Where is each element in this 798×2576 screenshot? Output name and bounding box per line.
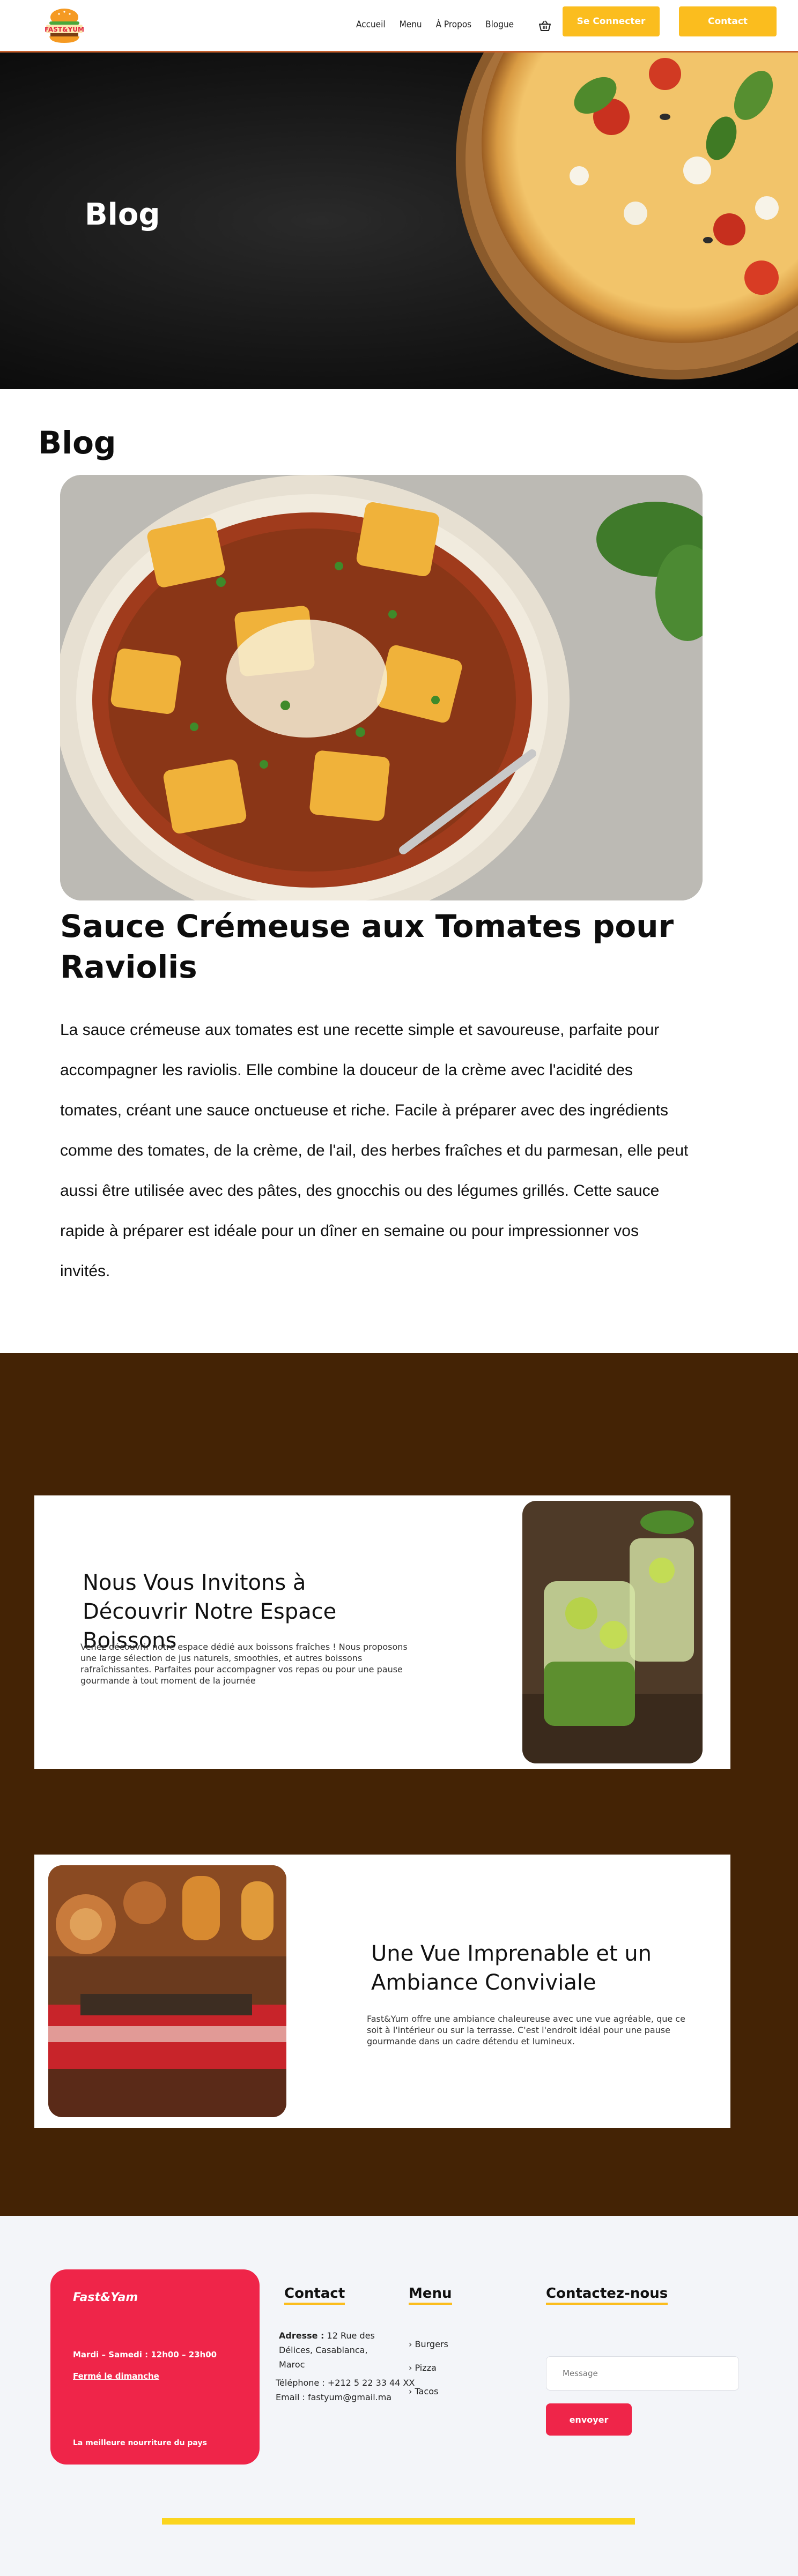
article-body: La sauce crémeuse aux tomates est une re…: [60, 1021, 689, 1280]
contact-button[interactable]: Contact: [679, 6, 777, 36]
fast-yum-logo[interactable]: FAST&YUM: [44, 5, 85, 46]
hero-title: Blog: [85, 197, 160, 232]
main-nav: Accueil Menu À Propos Blogue: [356, 19, 514, 30]
ravioli-dish-image: [60, 475, 703, 900]
drinks-feature-text: Venez découvrir notre espace dédié aux b…: [80, 1642, 408, 1686]
footer-menu-label: Burgers: [415, 2339, 448, 2349]
login-button[interactable]: Se Connecter: [563, 6, 660, 36]
nav-link-a-propos[interactable]: À Propos: [436, 19, 472, 30]
top-navbar: FAST&YUM Accueil Menu À Propos Blogue Se…: [0, 0, 798, 53]
footer-menu-heading: Menu: [409, 2285, 452, 2305]
nav-link-menu[interactable]: Menu: [400, 19, 422, 30]
logo-text: FAST&YUM: [45, 26, 84, 33]
article-title: Sauce Crémeuse aux Tomates pour Raviolis: [60, 908, 674, 985]
footer-menu-item-burgers[interactable]: › Burgers: [409, 2333, 448, 2356]
footer-brand: Fast&Yam: [73, 2291, 138, 2304]
nav-link-blogue[interactable]: Blogue: [485, 19, 514, 30]
message-input[interactable]: [546, 2356, 739, 2391]
footer-divider: [162, 2518, 635, 2525]
ambiance-feature-title: Une Vue Imprenable et un Ambiance Conviv…: [371, 1941, 652, 1995]
opening-hours: Mardi – Samedi : 12h00 – 23h00: [73, 2350, 217, 2359]
blog-heading: Blog: [38, 425, 116, 461]
footer-email: Email : fastyum@gmail.ma: [276, 2392, 392, 2402]
footer-tagline: La meilleure nourriture du pays: [73, 2439, 207, 2447]
footer-contact-heading: Contact: [284, 2285, 345, 2305]
ambiance-feature-card: Une Vue Imprenable et un Ambiance Conviv…: [34, 1855, 730, 2128]
footer-phone-email: Téléphone : +212 5 22 33 44 XX Email : f…: [276, 2376, 415, 2404]
nav-link-accueil[interactable]: Accueil: [356, 19, 386, 30]
closed-day: Fermé le dimanche: [73, 2371, 159, 2381]
footer-menu-list: › Burgers › Pizza › Tacos: [409, 2333, 448, 2403]
drinks-feature-card: Nous Vous Invitons à Découvrir Notre Esp…: [34, 1495, 730, 1769]
cart-basket-icon[interactable]: [538, 19, 551, 32]
chevron-right-icon: ›: [409, 2386, 412, 2396]
footer-menu-label: Tacos: [415, 2386, 439, 2396]
footer-contactez-heading: Contactez-nous: [546, 2285, 668, 2305]
site-footer: Fast&Yam Mardi – Samedi : 12h00 – 23h00 …: [0, 2216, 798, 2576]
footer-phone: Téléphone : +212 5 22 33 44 XX: [276, 2378, 415, 2388]
address-label: Adresse :: [279, 2331, 324, 2341]
send-button[interactable]: envoyer: [546, 2403, 632, 2436]
hours-card: Fast&Yam Mardi – Samedi : 12h00 – 23h00 …: [50, 2269, 260, 2465]
footer-address: Adresse : 12 Rue des Délices, Casablanca…: [279, 2328, 386, 2372]
footer-menu-item-tacos[interactable]: › Tacos: [409, 2380, 448, 2403]
restaurant-interior-image: [48, 1865, 286, 2117]
footer-menu-label: Pizza: [415, 2363, 437, 2373]
chevron-right-icon: ›: [409, 2339, 412, 2349]
footer-menu-item-pizza[interactable]: › Pizza: [409, 2356, 448, 2380]
lemonade-jars-image: [522, 1501, 703, 1763]
chevron-right-icon: ›: [409, 2363, 412, 2373]
hero-banner: Blog: [0, 53, 798, 389]
ambiance-feature-text: Fast&Yum offre une ambiance chaleureuse …: [367, 2014, 685, 2046]
